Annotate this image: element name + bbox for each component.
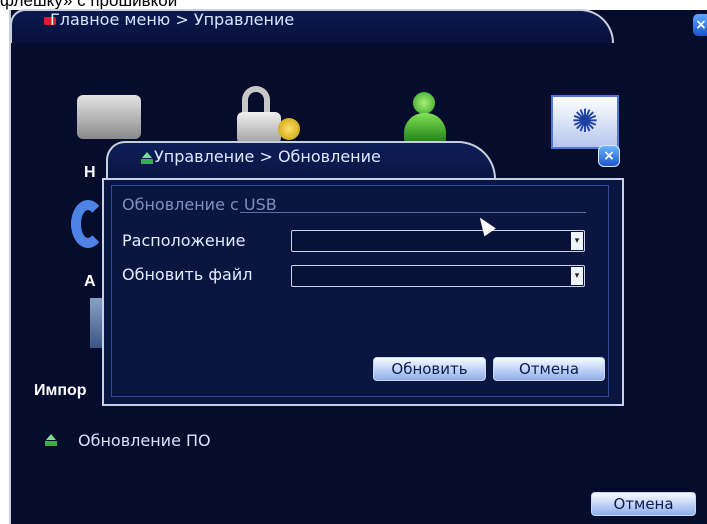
user-icon[interactable] [404,113,446,143]
import-label-partial: Импор [34,382,87,399]
upgrade-title-icon [141,152,153,164]
location-label: Расположение [122,231,246,250]
location-select[interactable]: ▾ [291,230,585,252]
file-select[interactable]: ▾ [291,265,585,287]
key-icon [278,118,300,140]
section-divider [240,212,586,213]
dialog-cancel-button[interactable]: Отмена [493,357,605,381]
firmware-update-item[interactable]: Обновление ПО [78,431,211,450]
gear-icon[interactable]: ✺ [551,95,619,149]
device-icon [90,298,102,348]
update-button[interactable]: Обновить [373,357,486,381]
main-cancel-button[interactable]: Отмена [591,492,696,516]
auto-label-partial: А [84,273,96,290]
chevron-down-icon[interactable]: ▾ [571,232,583,250]
dialog-close-button[interactable]: × [598,145,620,167]
hdd-label-partial: Н [84,164,96,181]
main-window-title: Главное меню > Управление [50,10,295,29]
hdd-icon[interactable] [77,95,141,139]
chevron-down-icon[interactable]: ▾ [571,267,583,285]
user-head-icon [413,92,435,114]
lock-icon[interactable] [237,112,281,144]
restore-icon [71,200,105,248]
main-close-button[interactable]: × [693,14,707,36]
dialog-title: Управление > Обновление [154,147,381,166]
file-label: Обновить файл [122,265,253,284]
upgrade-icon [44,434,58,446]
